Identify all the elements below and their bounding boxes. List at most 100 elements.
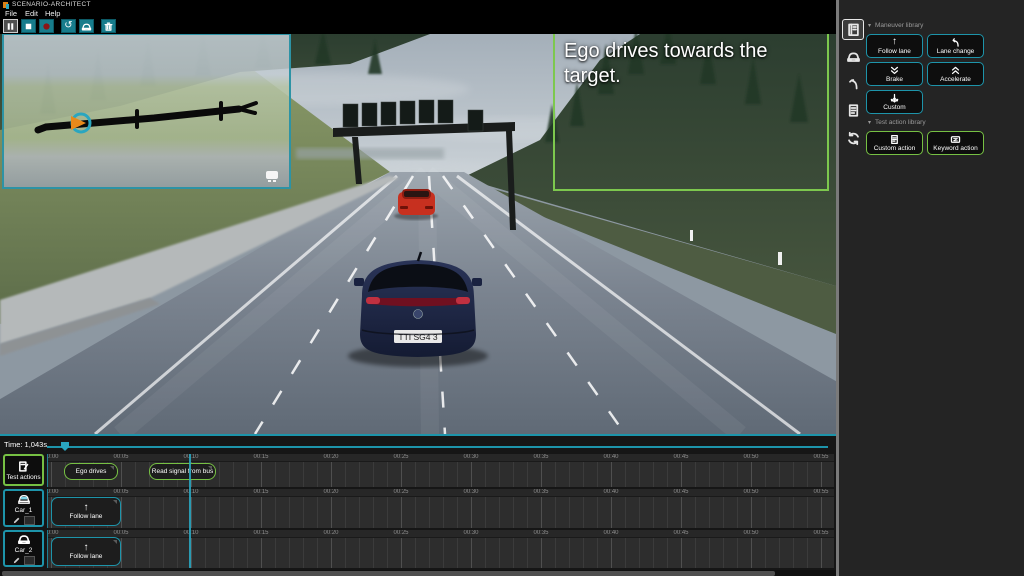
- gridline: [429, 461, 430, 487]
- brake-button[interactable]: Brake: [866, 62, 923, 86]
- gridline: [667, 537, 668, 568]
- gridline: [359, 461, 360, 487]
- section-header-test-action-library[interactable]: ▾Test action library: [868, 119, 926, 126]
- button-label: Keyword action: [933, 145, 977, 152]
- timeline-scrubber[interactable]: [47, 446, 828, 448]
- collapse-caret-icon: ▾: [868, 120, 871, 126]
- gridline: [625, 537, 626, 568]
- timeline-track-car_1: Car_1 00:0000:0500:1000:1500:2000:2500:30…: [0, 489, 836, 528]
- track-header-car_2[interactable]: Car_2: [3, 530, 44, 567]
- record-button[interactable]: [39, 19, 54, 33]
- sidebar-nav-maneuver[interactable]: [842, 73, 864, 94]
- block-corner-notch: [113, 500, 117, 508]
- gridline: [793, 461, 794, 487]
- track-checkbox[interactable]: [24, 556, 35, 565]
- track-header-test-actions[interactable]: Test actions: [3, 454, 44, 486]
- ruler-tick-label: 00:00: [47, 454, 59, 461]
- custom-button[interactable]: Custom: [866, 90, 923, 114]
- menu-help[interactable]: Help: [45, 9, 60, 18]
- gridline: [387, 496, 388, 528]
- gridline: [723, 496, 724, 528]
- scrollbar-thumb[interactable]: [2, 571, 775, 576]
- sidebar-nav-script[interactable]: [842, 100, 864, 121]
- track-lane[interactable]: 00:0000:0500:1000:1500:2000:2500:3000:35…: [47, 489, 834, 528]
- ruler-tick-label: 00:05: [113, 454, 128, 461]
- ego-license-plate: TTI SG4 3: [398, 332, 437, 342]
- app-logo-icon: [3, 2, 8, 8]
- gridline: [177, 537, 178, 568]
- gridline: [737, 496, 738, 528]
- accelerate-button[interactable]: Accelerate: [927, 62, 984, 86]
- lane-change-button[interactable]: Lane change: [927, 34, 984, 58]
- gridline: [429, 537, 430, 568]
- time-ruler: 00:0000:0500:1000:1500:2000:2500:3000:35…: [48, 489, 834, 497]
- gridline: [345, 461, 346, 487]
- action-block-follow-lane[interactable]: ↑Follow lane: [51, 537, 121, 566]
- gridline: [709, 496, 710, 528]
- gridline: [485, 537, 486, 568]
- custom-action-button[interactable]: Custom action: [866, 131, 923, 155]
- gridline: [387, 461, 388, 487]
- gridline: [499, 537, 500, 568]
- gridline: [471, 461, 472, 487]
- gridline: [219, 496, 220, 528]
- stop-button[interactable]: [21, 19, 36, 33]
- delete-button[interactable]: [101, 19, 116, 33]
- sidebar-nav-car[interactable]: [842, 46, 864, 67]
- horizontal-scrollbar[interactable]: [0, 570, 836, 576]
- section-header-maneuver-library[interactable]: ▾Maneuver library: [868, 22, 923, 29]
- gridline: [653, 496, 654, 528]
- track-lane[interactable]: 00:0000:0500:1000:1500:2000:2500:3000:35…: [47, 530, 834, 568]
- block-corner-notch: [208, 466, 212, 474]
- annotation-box[interactable]: Ego drives towards the target.: [553, 34, 829, 191]
- gridline: [275, 537, 276, 568]
- section-label: Maneuver library: [875, 22, 923, 29]
- gridline: [597, 537, 598, 568]
- gridline: [723, 537, 724, 568]
- keyword-icon: [950, 134, 961, 145]
- button-label: Custom action: [874, 145, 916, 152]
- scrubber-playhead-marker[interactable]: [61, 442, 69, 451]
- pencil-icon: [12, 516, 21, 525]
- track-header-car_1[interactable]: Car_1: [3, 489, 44, 527]
- arrow-up-icon: ↑: [84, 503, 89, 513]
- menu-edit[interactable]: Edit: [25, 9, 38, 18]
- gridline: [415, 461, 416, 487]
- gridline: [821, 461, 822, 487]
- gridline: [457, 461, 458, 487]
- gridline: [793, 496, 794, 528]
- gridline: [191, 496, 192, 528]
- timeline-panel: Time: 1,043s Test actions00:0000:0500:10…: [0, 434, 836, 576]
- gridline: [779, 537, 780, 568]
- gridline: [331, 537, 332, 568]
- reset-button[interactable]: ↺: [61, 19, 76, 33]
- gridline: [233, 461, 234, 487]
- follow-lane-button[interactable]: ↑Follow lane: [866, 34, 923, 58]
- gridline: [639, 496, 640, 528]
- ruler-tick-label: 00:45: [673, 454, 688, 461]
- gridline: [485, 461, 486, 487]
- gridline: [765, 537, 766, 568]
- sidebar-nav-library[interactable]: [842, 19, 864, 40]
- gridline: [387, 537, 388, 568]
- viewport-3d-scene[interactable]: TTI SG4 3: [0, 34, 836, 434]
- track-lane[interactable]: 00:0000:0500:1000:1500:2000:2500:3000:35…: [47, 454, 834, 487]
- vehicle-button[interactable]: [79, 19, 94, 33]
- gridline: [709, 461, 710, 487]
- action-block-ego-drives[interactable]: Ego drives: [64, 463, 118, 480]
- action-block-follow-lane[interactable]: ↑Follow lane: [51, 497, 121, 526]
- sidebar-nav-sync[interactable]: [842, 128, 864, 149]
- gridline: [205, 496, 206, 528]
- track-checkbox[interactable]: [24, 516, 35, 525]
- gridline: [247, 537, 248, 568]
- pause-button[interactable]: [3, 19, 18, 33]
- ruler-tick-label: 00:45: [673, 489, 688, 496]
- keyword-action-button[interactable]: Keyword action: [927, 131, 984, 155]
- ruler-tick-label: 00:20: [323, 530, 338, 537]
- gridline: [135, 461, 136, 487]
- gridline: [807, 461, 808, 487]
- menu-file[interactable]: File: [5, 9, 17, 18]
- action-block-read-signal-from-bus[interactable]: Read signal from bus: [149, 463, 216, 480]
- minimap-overlay[interactable]: [2, 34, 291, 189]
- gridline: [695, 496, 696, 528]
